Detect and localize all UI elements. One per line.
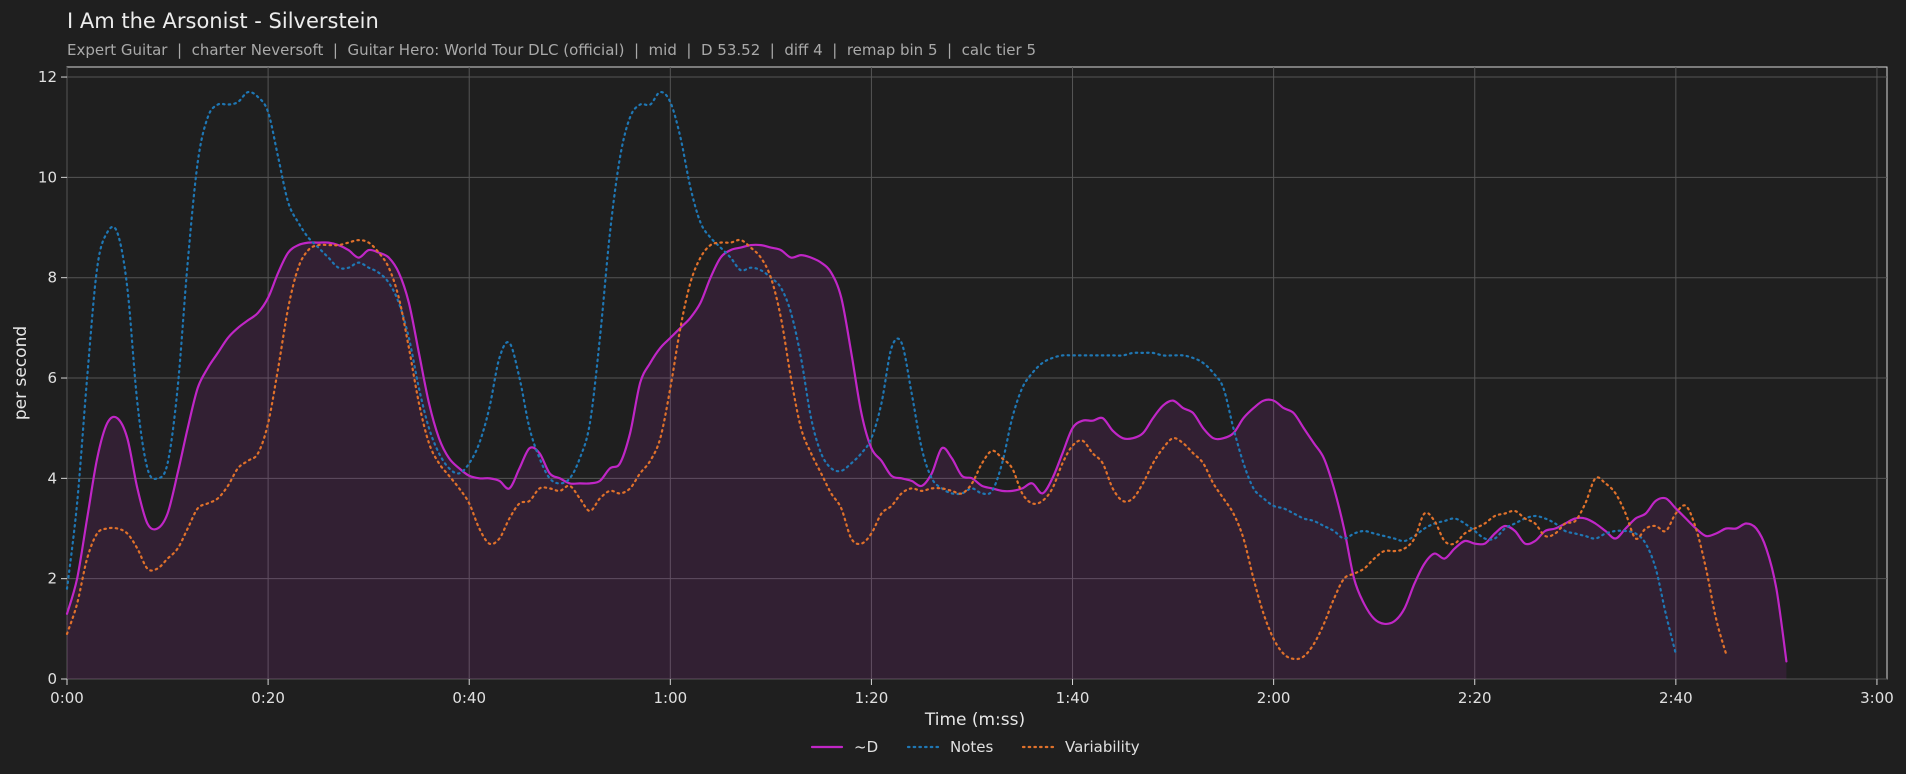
chart-subtitle: Expert Guitar | charter Neversoft | Guit…: [67, 41, 1036, 59]
y-tick-label: 0: [47, 670, 57, 688]
y-tick-label: 6: [47, 369, 57, 387]
legend-label: ~D: [854, 738, 878, 756]
y-tick-label: 10: [38, 168, 57, 186]
x-tick-label: 1:20: [855, 689, 889, 707]
x-tick-label: 3:00: [1860, 689, 1894, 707]
legend: ~D Notes Variability: [810, 738, 1140, 756]
y-tick-label: 2: [47, 570, 57, 588]
x-tick-label: 2:40: [1659, 689, 1693, 707]
x-tick-label: 1:40: [1056, 689, 1090, 707]
x-tick-label: 0:00: [50, 689, 84, 707]
x-tick-label: 2:20: [1458, 689, 1492, 707]
y-axis-label: per second: [11, 326, 31, 420]
chart-title: I Am the Arsonist - Silverstein: [67, 9, 379, 33]
chart: I Am the Arsonist - Silverstein Expert G…: [11, 9, 1894, 756]
x-tick-label: 2:00: [1257, 689, 1291, 707]
x-tick-label: 0:20: [251, 689, 285, 707]
x-axis-ticks: 0:00 0:20 0:40 1:00 1:20 1:40 2:00 2:20 2:40 3:00: [50, 679, 1894, 707]
y-tick-label: 4: [47, 469, 57, 487]
legend-label: Variability: [1065, 738, 1140, 756]
x-axis-label: Time (m:ss): [924, 710, 1025, 730]
y-tick-label: 8: [47, 269, 57, 287]
y-axis-ticks: 0 2 4 6 8 10 12: [38, 68, 67, 688]
y-tick-label: 12: [38, 68, 57, 86]
legend-label: Notes: [950, 738, 994, 756]
x-tick-label: 0:40: [452, 689, 486, 707]
x-tick-label: 1:00: [653, 689, 687, 707]
